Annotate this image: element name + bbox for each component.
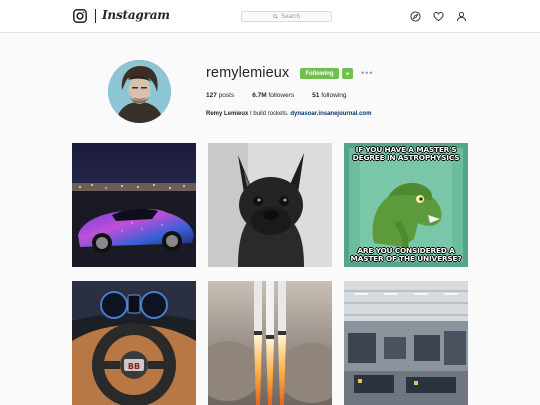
followers-stat[interactable]: 6.7M followers [252, 92, 294, 99]
post-thumbnail-french-bulldog[interactable] [208, 143, 332, 267]
profile-stats: 127 posts 6.7M followers 51 following [206, 92, 364, 99]
suggested-dropdown-button[interactable] [342, 68, 353, 79]
more-options-icon[interactable]: ••• [361, 69, 373, 78]
profile-avatar[interactable] [108, 60, 171, 123]
search-icon [273, 14, 278, 19]
post-thumbnail-factory-floor[interactable] [344, 281, 468, 405]
bio-text: I build rockets. [250, 111, 289, 117]
posts-count: 127 [206, 92, 217, 99]
following-stat[interactable]: 51 following [312, 92, 346, 99]
following-button[interactable]: Following [300, 68, 339, 79]
post-thumbnail-rocket-launch[interactable] [208, 281, 332, 405]
post-thumbnail-philosoraptor-meme[interactable]: IF YOU HAVE A MASTER'S DEGREE IN ASTROPH… [344, 143, 468, 267]
logo-divider [95, 9, 96, 23]
posts-stat: 127 posts [206, 92, 234, 99]
top-nav-bar: Instagram Search [0, 0, 540, 33]
followers-label: followers [268, 92, 295, 99]
posts-label: posts [218, 92, 235, 99]
profile-user-icon[interactable] [456, 11, 467, 22]
post-thumbnail-steering-wheel[interactable]: BB [72, 281, 196, 405]
activity-heart-icon[interactable] [433, 11, 444, 22]
meme-bottom-text: ARE YOU CONSIDERED A MASTER OF THE UNIVE… [350, 246, 462, 263]
website-link[interactable]: dynasoar.insanejournal.com [290, 111, 371, 117]
instagram-camera-icon[interactable] [73, 9, 87, 23]
followers-count: 6.7M [252, 92, 267, 99]
profile-username: remylemieux [206, 65, 290, 81]
search-placeholder: Search [280, 13, 300, 20]
caret-down-icon [345, 72, 350, 75]
svg-text:BB: BB [128, 362, 140, 371]
instagram-wordmark[interactable]: Instagram [102, 8, 170, 22]
search-input[interactable]: Search [241, 11, 332, 22]
following-label: following [321, 92, 347, 99]
profile-bio: Remy Lemieux I build rockets. dynasoar.i… [206, 111, 371, 117]
following-count: 51 [312, 92, 320, 99]
explore-compass-icon[interactable] [410, 11, 421, 22]
post-thumbnail-galaxy-car[interactable] [72, 143, 196, 267]
meme-top-text: IF YOU HAVE A MASTER'S DEGREE IN ASTROPH… [352, 145, 460, 162]
profile-full-name: Remy Lemieux [206, 111, 249, 117]
